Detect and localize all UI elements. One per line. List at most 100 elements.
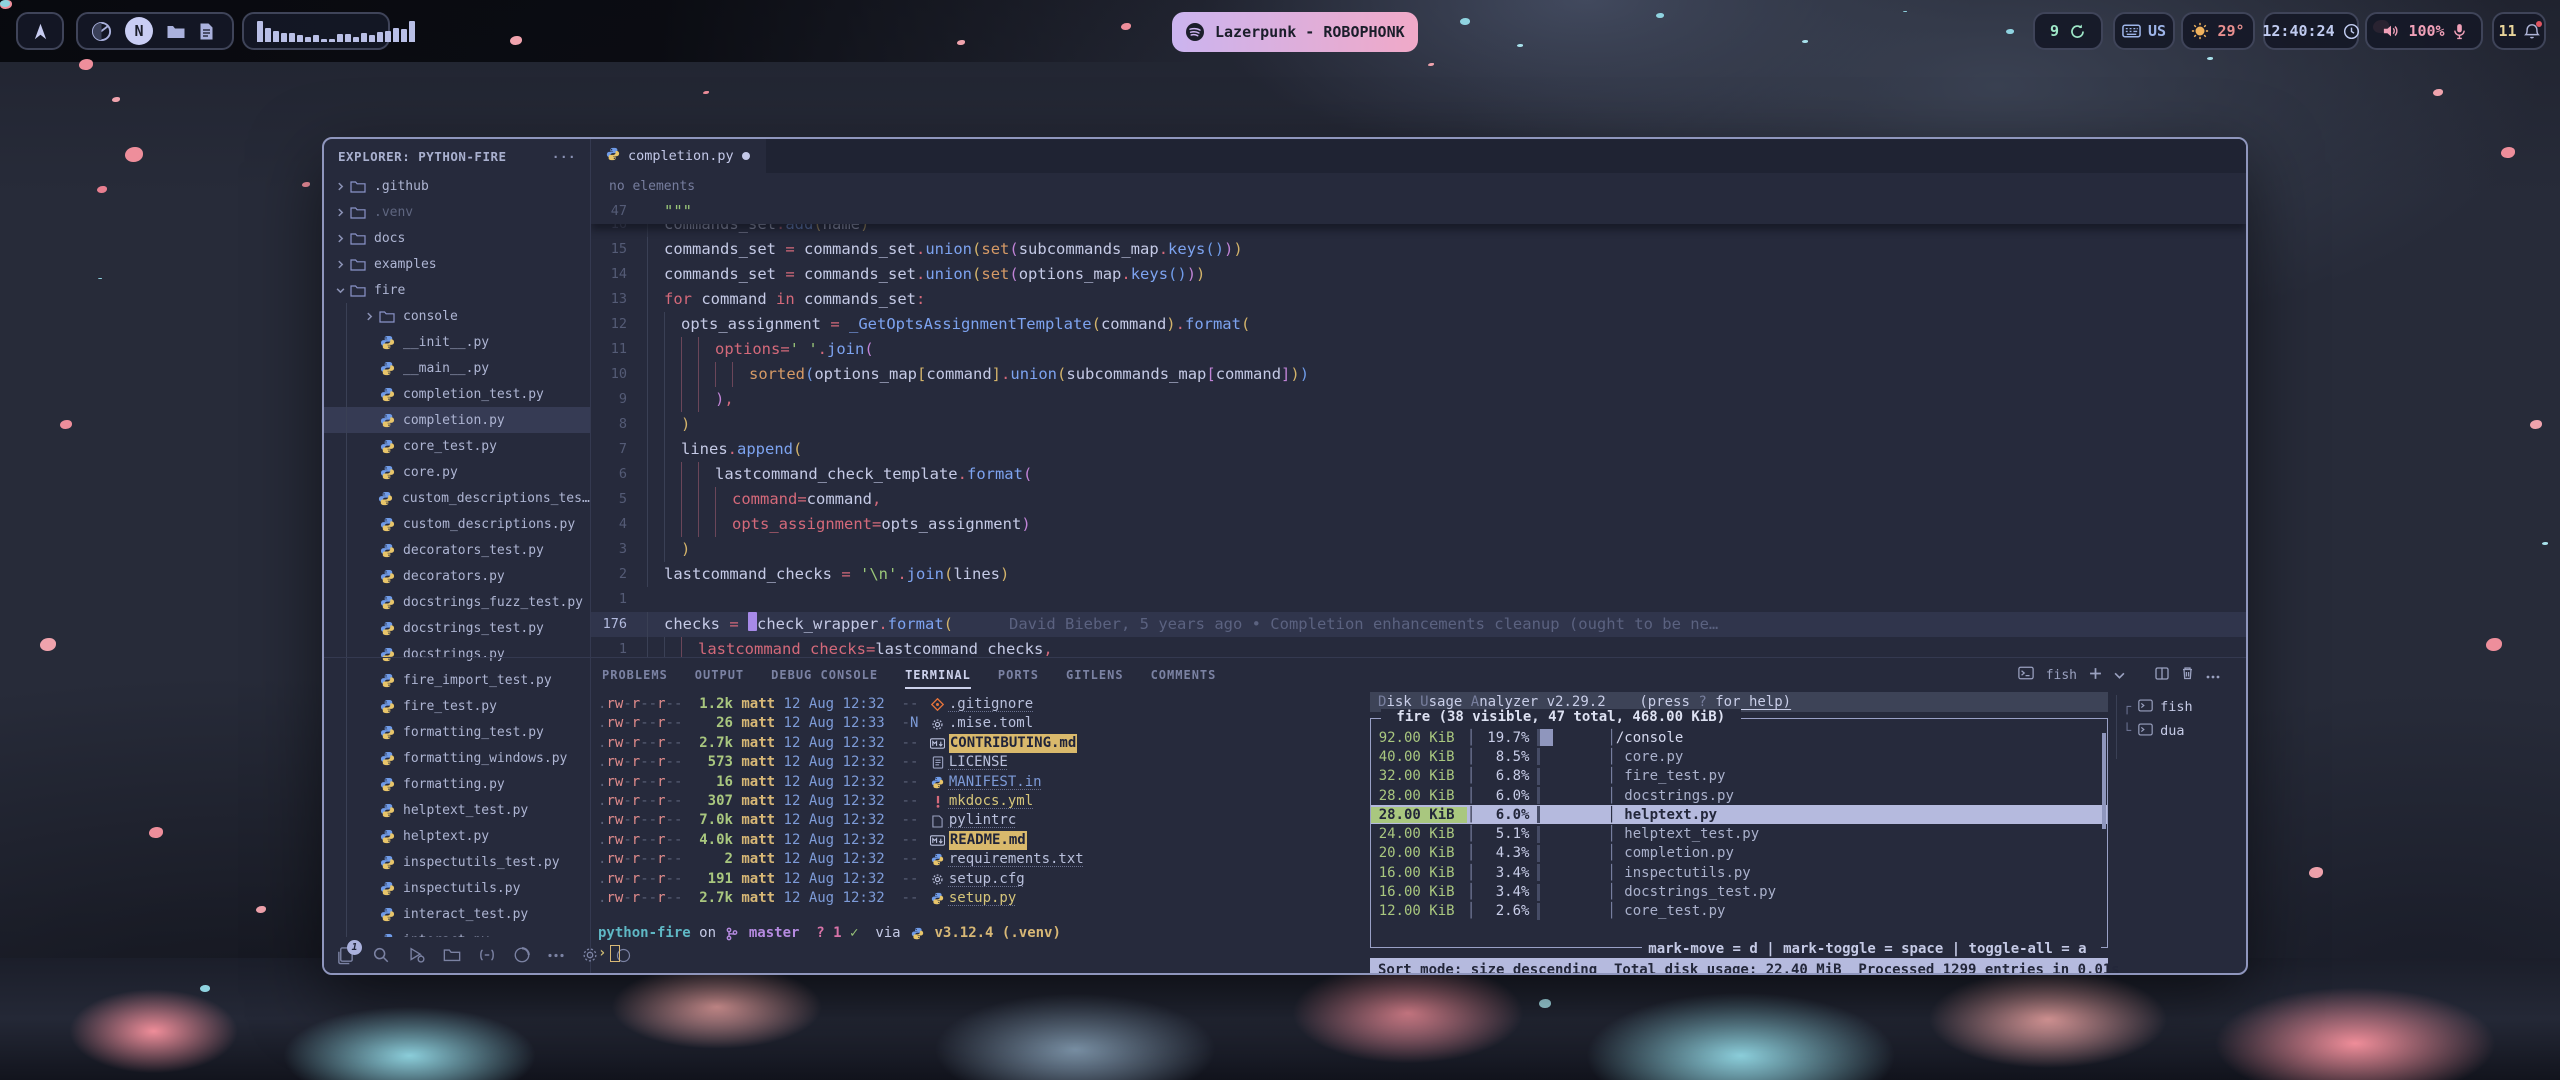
tree-item-docstrings-py[interactable]: docstrings.py [324, 641, 590, 667]
tree-item-interact-test-py[interactable]: interact_test.py [324, 901, 590, 927]
panel-tab-comments[interactable]: COMMENTS [1151, 668, 1217, 682]
tree-item-decorators-py[interactable]: decorators.py [324, 563, 590, 589]
files-folder-icon[interactable] [166, 23, 186, 40]
file-name[interactable]: requirements.txt [949, 850, 1084, 869]
code-line[interactable]: 2lastcommand_checks = '\n'.join(lines) [591, 562, 2246, 587]
disk-usage-analyzer[interactable]: Disk Usage Analyzer v2.29.2 (press ? for… [1370, 692, 2108, 975]
tree-item-interact-py[interactable]: interact.py [324, 927, 590, 937]
code-line[interactable]: 5command=command, [591, 487, 2246, 512]
dua-row-core-py[interactable]: 40.00 KiB │8.5%│ core.py [1371, 747, 2107, 766]
tree-item-core-py[interactable]: core.py [324, 459, 590, 485]
terminal-session-dua[interactable]: └dua [2123, 719, 2248, 743]
file-name[interactable]: LICENSE [949, 753, 1008, 772]
tree-item-console[interactable]: console [324, 303, 590, 329]
dua-row-helptext-py[interactable]: 28.00 KiB │6.0%│ helptext.py [1371, 805, 2107, 824]
weather-pill[interactable]: 29° [2181, 12, 2255, 50]
search-icon[interactable] [372, 946, 390, 964]
tree-item--github[interactable]: .github [324, 173, 590, 199]
document-icon[interactable] [199, 22, 214, 41]
tree-item-formatting-test-py[interactable]: formatting_test.py [324, 719, 590, 745]
code-line[interactable]: 8) [591, 412, 2246, 437]
code-line[interactable]: 10sorted(options_map[command].union(subc… [591, 362, 2246, 387]
terminal-session-fish[interactable]: ┌fish [2123, 695, 2248, 719]
dua-row-helptext-test-py[interactable]: 24.00 KiB │5.1%│ helptext_test.py [1371, 824, 2107, 843]
more-views-icon[interactable] [548, 953, 564, 958]
tree-item-decorators-test-py[interactable]: decorators_test.py [324, 537, 590, 563]
tree-item-fire-import-test-py[interactable]: fire_import_test.py [324, 667, 590, 693]
tree-item--main-py[interactable]: __main__.py [324, 355, 590, 381]
tab-completion-py[interactable]: completion.py [590, 139, 766, 173]
tree-item-examples[interactable]: examples [324, 251, 590, 277]
tree-item-core-test-py[interactable]: core_test.py [324, 433, 590, 459]
file-name[interactable]: README.md [949, 831, 1027, 850]
tree-item-formatting-windows-py[interactable]: formatting_windows.py [324, 745, 590, 771]
code-line[interactable]: 7lines.append( [591, 437, 2246, 462]
dua-row-fire-test-py[interactable]: 32.00 KiB │6.8%│ fire_test.py [1371, 767, 2107, 786]
sticky-scroll-line[interactable]: 47""" [591, 199, 2246, 224]
panel-tab-debug-console[interactable]: DEBUG CONSOLE [771, 668, 878, 682]
tree-item-fire-test-py[interactable]: fire_test.py [324, 693, 590, 719]
media-player-pill[interactable]: Lazerpunk - ROBOPHONK [1172, 12, 1418, 52]
code-line[interactable]: 12opts_assignment = _GetOptsAssignmentTe… [591, 312, 2246, 337]
file-name[interactable]: .gitignore [949, 695, 1033, 714]
code-line[interactable]: 3) [591, 537, 2246, 562]
panel-tab-gitlens[interactable]: GITLENS [1066, 668, 1124, 682]
source-control-icon[interactable] [443, 947, 461, 963]
code-line[interactable]: 9), [591, 387, 2246, 412]
panel-more-actions[interactable] [2206, 668, 2220, 683]
tree-item-custom-descriptions-test-[interactable]: custom_descriptions_test.… [324, 485, 590, 511]
tree-item-docstrings-fuzz-test-py[interactable]: docstrings_fuzz_test.py [324, 589, 590, 615]
code-line[interactable]: 14commands_set = commands_set.union(set(… [591, 262, 2246, 287]
updates-pill[interactable]: 9 [2033, 12, 2103, 50]
dua-row-docstrings-test-py[interactable]: 16.00 KiB │3.4%│ docstrings_test.py [1371, 882, 2107, 901]
tree-item-inspectutils-py[interactable]: inspectutils.py [324, 875, 590, 901]
file-name[interactable]: setup.cfg [949, 870, 1025, 889]
remote-explorer-icon[interactable] [478, 948, 496, 962]
tree-item--init-py[interactable]: __init__.py [324, 329, 590, 355]
active-workspace-n[interactable]: N [125, 17, 153, 45]
file-name[interactable]: mkdocs.yml [949, 792, 1033, 811]
explorer-more-actions[interactable]: ··· [552, 149, 576, 164]
code-line[interactable]: 4opts_assignment=opts_assignment) [591, 512, 2246, 537]
code-line[interactable]: 13for command in commands_set: [591, 287, 2246, 312]
tree-item-docs[interactable]: docs [324, 225, 590, 251]
file-name[interactable]: .mise.toml [949, 714, 1033, 733]
code-line[interactable]: 176checks = check_wrapper.format(David B… [591, 612, 2246, 637]
new-terminal-button[interactable] [2089, 667, 2102, 684]
code-line[interactable]: 6lastcommand_check_template.format( [591, 462, 2246, 487]
tree-item-helptext-test-py[interactable]: helptext_test.py [324, 797, 590, 823]
breadcrumb[interactable]: no elements [591, 173, 2246, 199]
split-terminal-button[interactable] [2155, 667, 2169, 684]
panel-tab-ports[interactable]: PORTS [998, 668, 1039, 682]
panel-tab-output[interactable]: OUTPUT [695, 668, 744, 682]
dua-row-core-test-py[interactable]: 12.00 KiB │2.6%│ core_test.py [1371, 902, 2107, 921]
run-debug-icon[interactable] [407, 946, 426, 964]
tree-item-docstrings-test-py[interactable]: docstrings_test.py [324, 615, 590, 641]
tree-item-fire[interactable]: fire [324, 277, 590, 303]
keyboard-layout-pill[interactable]: US [2113, 12, 2175, 50]
panel-tab-terminal[interactable]: TERMINAL [905, 668, 971, 682]
code-line[interactable]: 16commands_set.add(name) [591, 224, 2246, 237]
tree-item-custom-descriptions-py[interactable]: custom_descriptions.py [324, 511, 590, 537]
dua-row-docstrings-py[interactable]: 28.00 KiB │6.0%│ docstrings.py [1371, 786, 2107, 805]
clock-pill[interactable]: 12:40:24 [2263, 12, 2359, 50]
settings-gear-icon[interactable] [581, 946, 599, 964]
tree-item-formatting-py[interactable]: formatting.py [324, 771, 590, 797]
file-name[interactable]: pylintrc [949, 811, 1016, 830]
kill-terminal-button[interactable] [2181, 666, 2194, 684]
tree-item-completion-py[interactable]: completion.py [324, 407, 590, 433]
prompt-input-line[interactable]: › [598, 944, 1364, 963]
code-line[interactable]: 1lastcommand_checks=lastcommand_checks, [591, 637, 2246, 657]
dua-scrollbar[interactable] [2102, 733, 2106, 829]
dua-row-completion-py[interactable]: 20.00 KiB │4.3%│ completion.py [1371, 844, 2107, 863]
file-name[interactable]: MANIFEST.in [949, 773, 1042, 792]
testing-icon[interactable] [513, 946, 531, 964]
file-name[interactable]: CONTRIBUTING.md [949, 734, 1077, 753]
tree-item--venv[interactable]: .venv [324, 199, 590, 225]
file-name[interactable]: setup.py [949, 889, 1016, 908]
panel-tab-problems[interactable]: PROBLEMS [602, 668, 668, 682]
code-line[interactable]: 15commands_set = commands_set.union(set(… [591, 237, 2246, 262]
code-line[interactable]: 1 [591, 587, 2246, 612]
audio-pill[interactable]: 100% [2365, 12, 2483, 50]
code-editor[interactable]: 47"""16commands_set.add(name)15commands_… [591, 199, 2246, 657]
